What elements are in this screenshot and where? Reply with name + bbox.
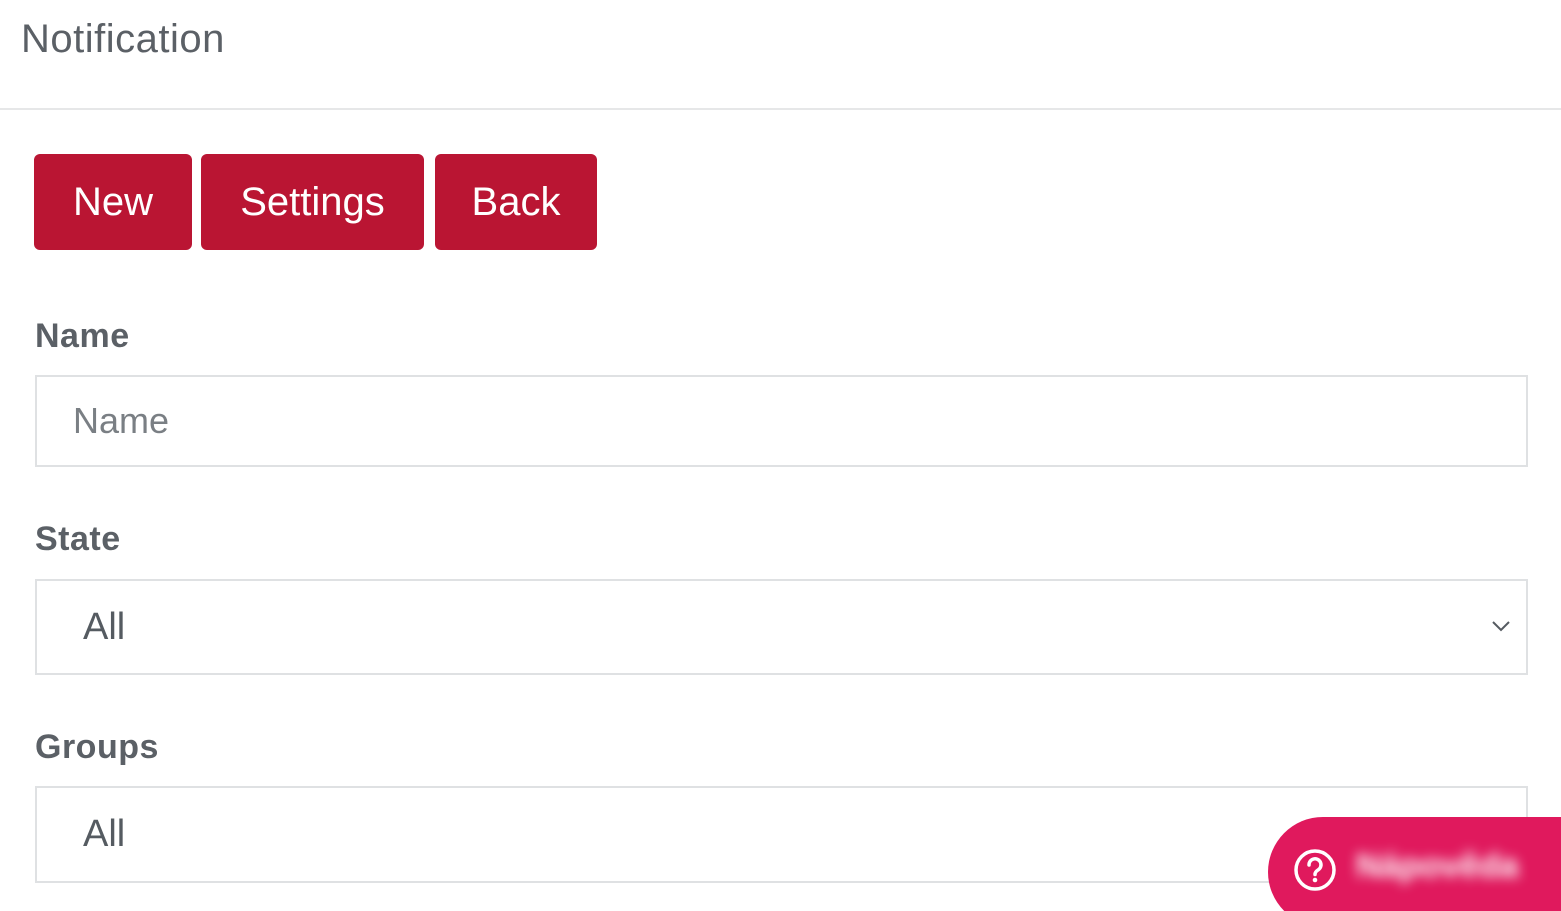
notification-page: Notification New Settings Back Name Stat… — [0, 0, 1561, 911]
state-field-label: State — [35, 520, 121, 558]
name-field-label: Name — [35, 317, 130, 355]
help-widget-label: Nápověda — [1356, 847, 1519, 885]
page-header: Notification — [0, 0, 1561, 110]
state-select[interactable]: All — [35, 579, 1528, 675]
chevron-down-icon — [1492, 621, 1510, 632]
back-button[interactable]: Back — [435, 154, 597, 250]
page-title: Notification — [21, 17, 225, 61]
settings-button[interactable]: Settings — [201, 154, 424, 250]
name-input[interactable] — [35, 375, 1528, 467]
state-selected-value: All — [83, 606, 126, 648]
new-button[interactable]: New — [34, 154, 192, 250]
groups-field-label: Groups — [35, 728, 159, 766]
groups-selected-value: All — [83, 813, 126, 855]
question-circle-icon — [1294, 849, 1336, 891]
help-widget-button[interactable]: Nápověda — [1268, 817, 1561, 911]
